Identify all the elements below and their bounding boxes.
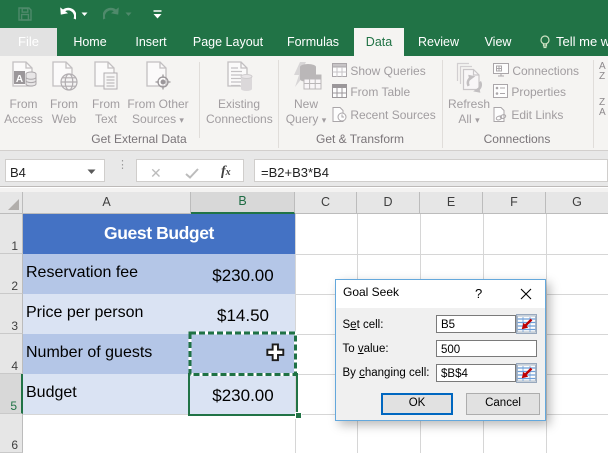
svg-text:A: A: [15, 74, 22, 85]
